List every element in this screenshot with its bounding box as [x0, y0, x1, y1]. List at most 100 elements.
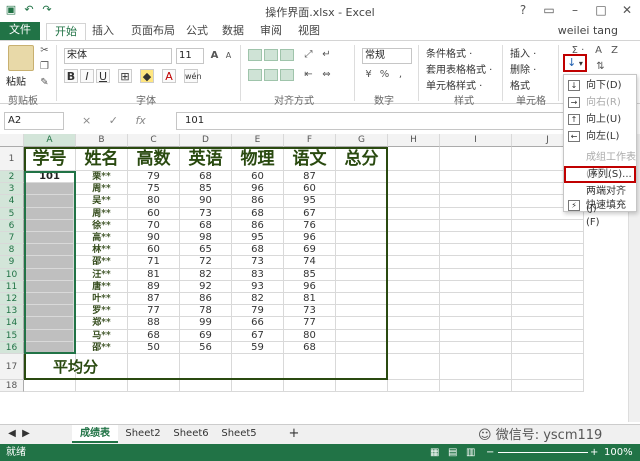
grid-cell[interactable] [440, 244, 512, 257]
column-header[interactable]: G [336, 134, 388, 147]
tab-view[interactable]: 视图 [298, 23, 320, 40]
score-cell[interactable]: 86 [232, 219, 284, 232]
row-header[interactable]: 16 [0, 341, 24, 354]
score-cell[interactable]: 73 [232, 256, 284, 269]
cut-icon[interactable]: ✂ [38, 45, 51, 57]
grid-cell[interactable] [180, 354, 232, 380]
tab-review[interactable]: 审阅 [260, 23, 282, 40]
score-cell[interactable]: 68 [232, 244, 284, 257]
selected-cell[interactable] [26, 268, 74, 281]
tab-page-layout[interactable]: 页面布局 [131, 23, 175, 40]
selected-cell[interactable] [26, 244, 74, 257]
score-cell[interactable]: 86 [232, 195, 284, 208]
fill-menu-item[interactable]: ↑ 向上(U) [564, 111, 636, 128]
minimize-button[interactable]: – [562, 0, 588, 20]
student-name-cell[interactable]: 郑** [76, 317, 128, 330]
selected-cell[interactable] [26, 293, 74, 306]
grid-cell[interactable] [440, 329, 512, 342]
score-cell[interactable]: 67 [232, 329, 284, 342]
score-cell[interactable]: 93 [232, 280, 284, 293]
grid-cell[interactable] [440, 171, 512, 184]
row-header[interactable]: 5 [0, 207, 24, 220]
ribbon-display-icon[interactable]: ▭ [536, 0, 562, 20]
grid-cell[interactable] [336, 195, 388, 208]
score-cell[interactable]: 86 [180, 293, 232, 306]
row-header[interactable]: 9 [0, 256, 24, 269]
score-cell[interactable]: 69 [284, 244, 336, 257]
student-name-cell[interactable]: 叶** [76, 293, 128, 306]
student-name-cell[interactable]: 马** [76, 329, 128, 342]
selected-cell[interactable] [26, 183, 74, 196]
percent-button[interactable]: % [378, 69, 391, 81]
row-header[interactable]: 12 [0, 293, 24, 306]
score-cell[interactable]: 90 [180, 195, 232, 208]
grid-cell[interactable] [440, 317, 512, 330]
student-name-cell[interactable]: 徐** [76, 219, 128, 232]
student-name-cell[interactable]: 周** [76, 207, 128, 220]
insert-cells-button[interactable]: 插入 · [510, 45, 536, 60]
delete-cells-button[interactable]: 删除 · [510, 61, 536, 76]
orientation-icon[interactable]: ⤢ [302, 49, 315, 61]
row-header[interactable]: 17 [0, 354, 24, 380]
phonetic-icon[interactable]: wén [184, 69, 202, 83]
fill-menu-item[interactable]: 序列(S)... [564, 166, 636, 183]
score-cell[interactable]: 68 [284, 341, 336, 354]
select-all-corner[interactable] [0, 134, 24, 147]
fill-menu-item[interactable]: ← 向左(L) [564, 128, 636, 145]
insert-function-icon[interactable]: fx [135, 114, 145, 127]
grid-cell[interactable] [336, 380, 388, 393]
score-cell[interactable]: 77 [128, 305, 180, 318]
score-cell[interactable]: 75 [128, 183, 180, 196]
row-header[interactable]: 18 [0, 380, 24, 393]
student-name-cell[interactable]: 唐** [76, 280, 128, 293]
row-header[interactable]: 15 [0, 329, 24, 342]
cell-styles-button[interactable]: 单元格样式 · [426, 77, 482, 92]
paste-icon[interactable] [8, 45, 34, 71]
column-header[interactable]: A [24, 134, 76, 147]
score-cell[interactable]: 81 [284, 293, 336, 306]
score-cell[interactable]: 73 [284, 305, 336, 318]
score-cell[interactable]: 78 [180, 305, 232, 318]
grid-cell[interactable] [512, 280, 584, 293]
zoom-out-icon[interactable]: − [486, 444, 494, 461]
score-cell[interactable]: 70 [128, 219, 180, 232]
format-painter-icon[interactable]: ✎ [38, 77, 51, 89]
grid-cell[interactable] [388, 380, 440, 393]
border-icon[interactable]: ⊞ [118, 69, 132, 83]
grid-cell[interactable] [388, 232, 440, 245]
grid-cell[interactable] [336, 329, 388, 342]
column-header[interactable]: E [232, 134, 284, 147]
grid-cell[interactable] [512, 232, 584, 245]
score-cell[interactable]: 68 [128, 329, 180, 342]
row-header[interactable]: 13 [0, 305, 24, 318]
score-cell[interactable]: 60 [232, 171, 284, 184]
font-size-select[interactable]: 11 [176, 48, 204, 64]
grid-cell[interactable] [440, 219, 512, 232]
view-pagebreak-icon[interactable]: ▥ [466, 444, 475, 461]
grid-cell[interactable] [284, 354, 336, 380]
grid-cell[interactable] [440, 256, 512, 269]
grid-cell[interactable] [388, 268, 440, 281]
copy-icon[interactable]: ❐ [38, 61, 51, 73]
scroll-right-icon[interactable]: ▶ [20, 425, 32, 443]
score-cell[interactable]: 73 [180, 207, 232, 220]
score-cell[interactable]: 82 [180, 268, 232, 281]
comma-button[interactable]: , [394, 69, 407, 81]
score-cell[interactable]: 69 [180, 329, 232, 342]
grid-cell[interactable] [512, 354, 584, 380]
grid-cell[interactable] [440, 147, 512, 171]
score-cell[interactable]: 88 [128, 317, 180, 330]
score-cell[interactable]: 68 [180, 171, 232, 184]
conditional-formatting-button[interactable]: 条件格式 · [426, 45, 472, 60]
row-header[interactable]: 2 [0, 171, 24, 184]
grid-cell[interactable] [76, 380, 128, 393]
grid-cell[interactable] [440, 354, 512, 380]
selected-cell[interactable] [26, 219, 74, 232]
table-header-cell[interactable]: 姓名 [76, 147, 128, 171]
score-cell[interactable]: 83 [232, 268, 284, 281]
indent-icon[interactable]: ⇤ [302, 69, 315, 81]
grid-cell[interactable] [336, 171, 388, 184]
grid-cell[interactable] [512, 305, 584, 318]
grid-cell[interactable] [336, 268, 388, 281]
wrap-text-icon[interactable]: ↵ [320, 49, 333, 61]
